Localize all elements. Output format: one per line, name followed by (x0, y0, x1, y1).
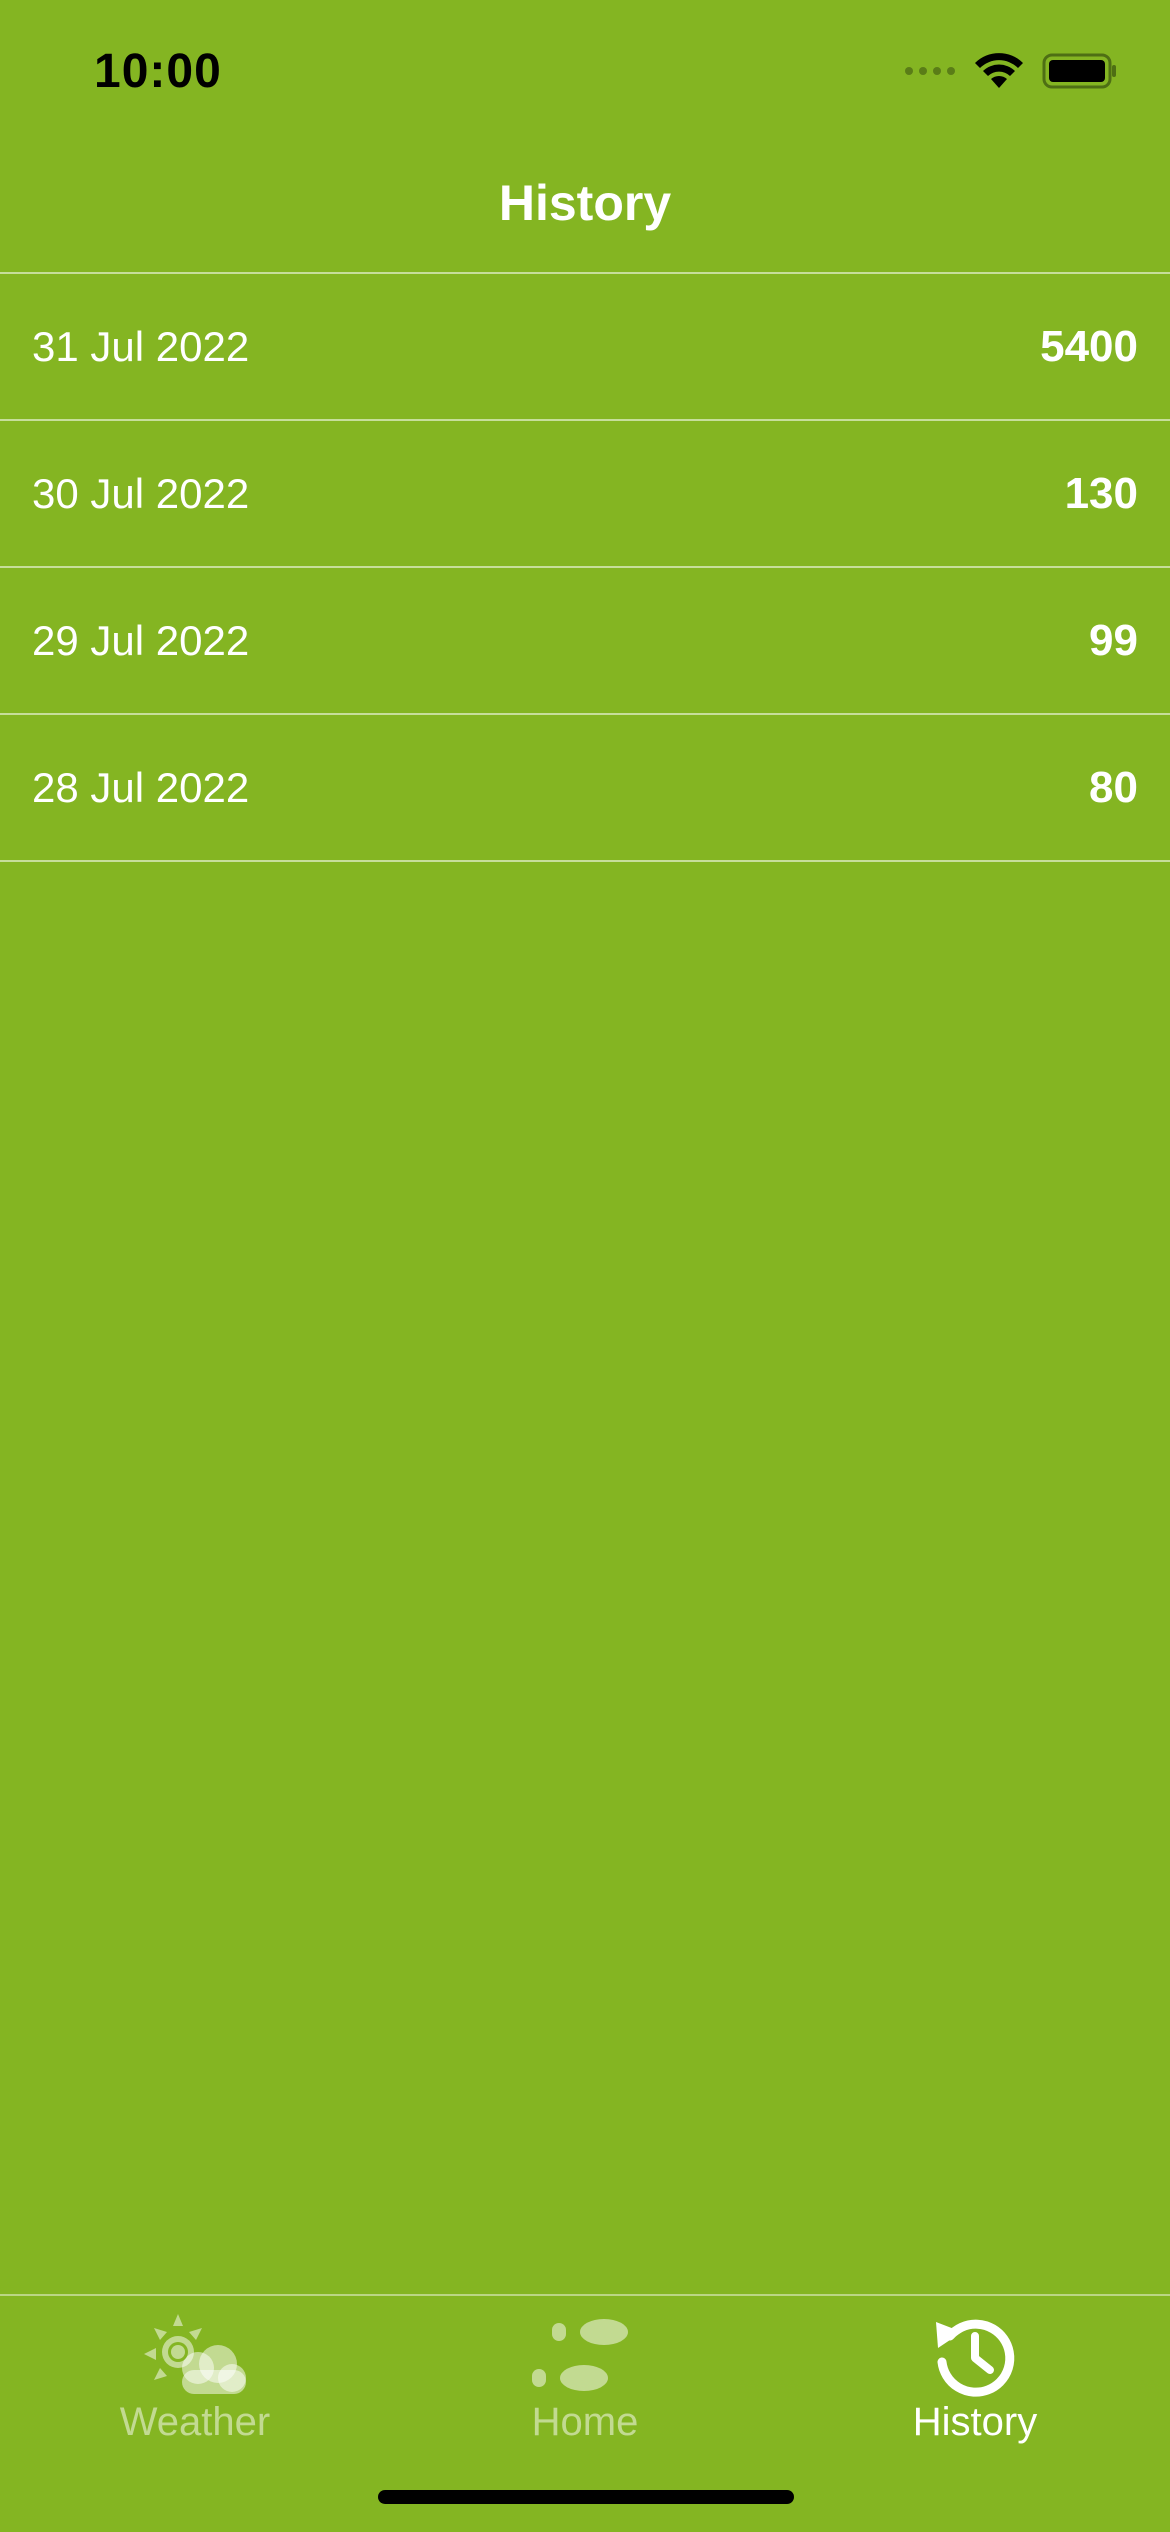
history-date: 31 Jul 2022 (32, 322, 250, 370)
list-item[interactable]: 31 Jul 2022 5400 (0, 274, 1170, 421)
wifi-icon (975, 53, 1023, 88)
list-item[interactable]: 28 Jul 2022 80 (0, 715, 1170, 862)
tab-weather[interactable]: Weather (0, 2312, 390, 2445)
tab-home[interactable]: Home (390, 2312, 780, 2445)
status-bar: 10:00 (0, 0, 1170, 140)
page-title: History (498, 175, 672, 231)
cellular-signal-icon (905, 67, 955, 75)
status-time: 10:00 (94, 45, 222, 98)
tab-label: History (912, 2400, 1038, 2444)
list-item[interactable]: 30 Jul 2022 130 (0, 421, 1170, 568)
tab-label: Home (531, 2400, 639, 2444)
history-value: 99 (1089, 615, 1138, 665)
battery-icon (1042, 53, 1116, 89)
tab-history[interactable]: History (780, 2312, 1170, 2445)
history-date: 30 Jul 2022 (32, 469, 250, 517)
history-value: 130 (1064, 468, 1138, 518)
history-value: 5400 (1040, 321, 1138, 371)
tab-label: Weather (119, 2400, 271, 2444)
history-date: 29 Jul 2022 (32, 616, 250, 664)
history-value: 80 (1089, 762, 1138, 812)
history-list: 31 Jul 2022 5400 30 Jul 2022 130 29 Jul … (0, 274, 1170, 862)
navigation-bar: History (0, 140, 1170, 274)
history-icon (936, 2319, 1015, 2397)
home-indicator[interactable] (378, 2490, 794, 2504)
footprints-icon (532, 2319, 628, 2391)
weather-icon (144, 2314, 246, 2394)
status-icons (904, 52, 1118, 90)
list-item[interactable]: 29 Jul 2022 99 (0, 568, 1170, 715)
history-date: 28 Jul 2022 (32, 763, 250, 811)
